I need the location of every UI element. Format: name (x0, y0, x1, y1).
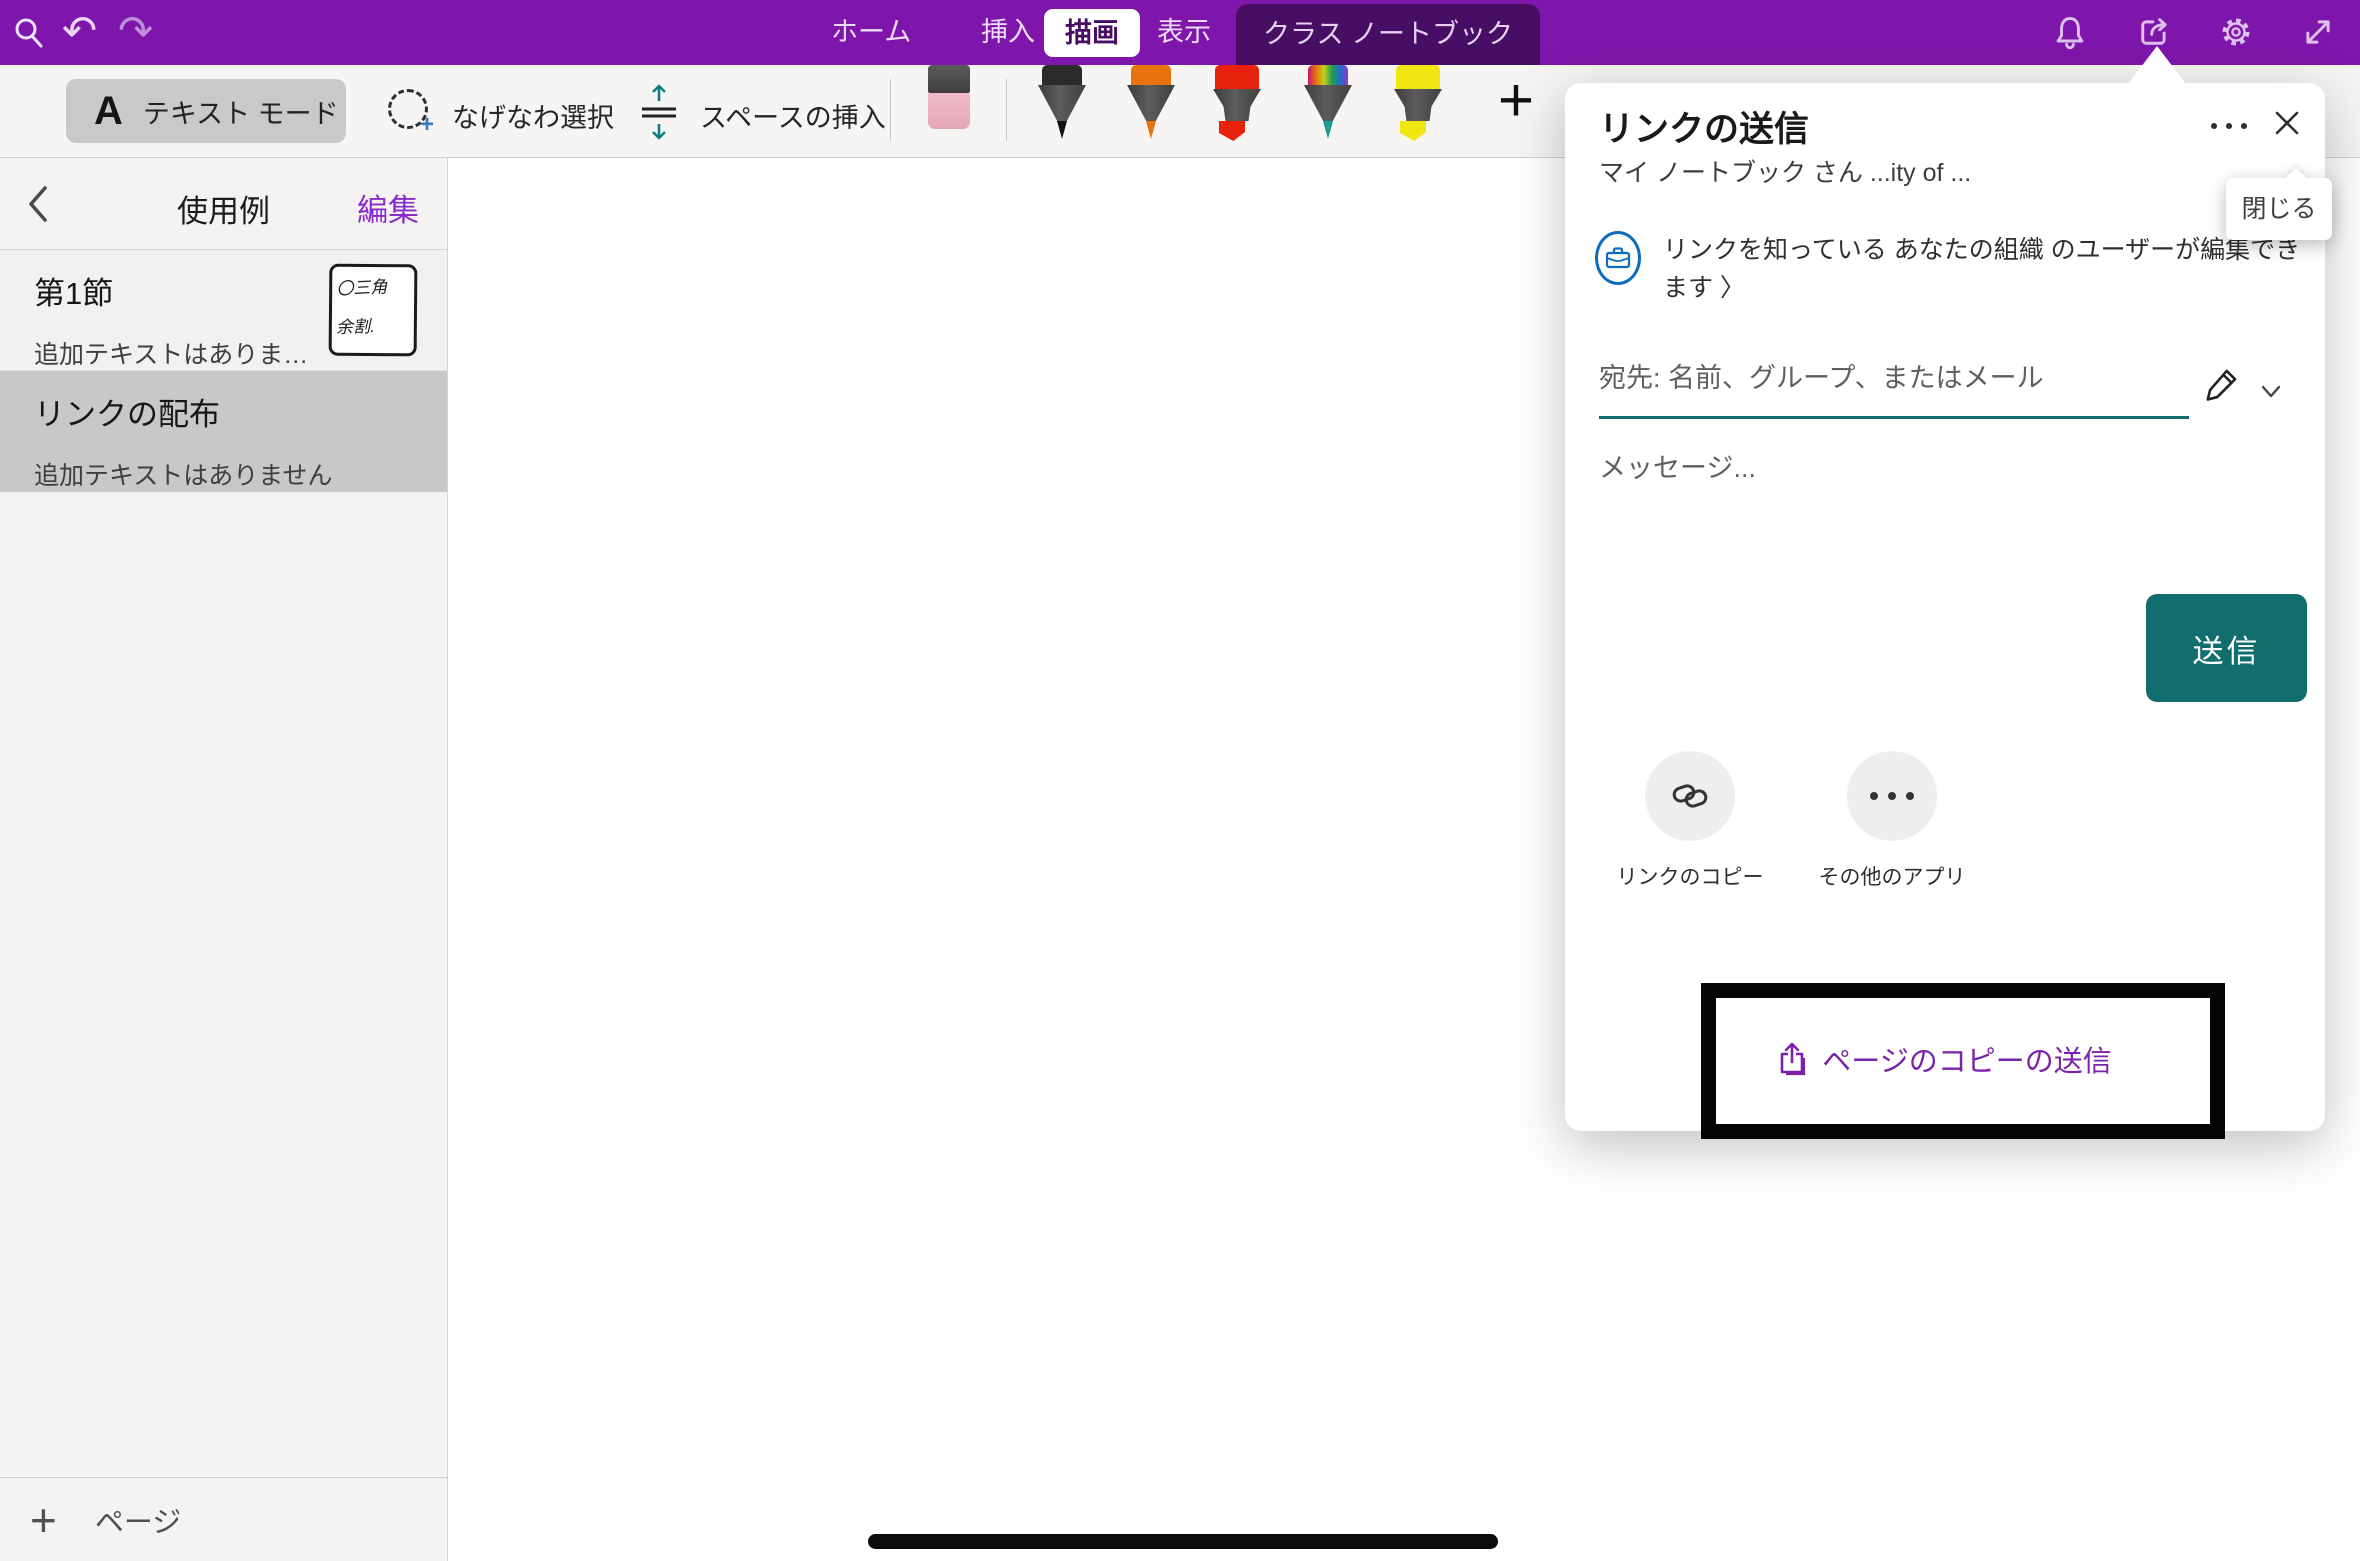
redo-icon: ↷ (118, 7, 153, 54)
close-tooltip: 閉じる (2226, 178, 2332, 240)
app-window: ↶ ↷ ホーム 挿入 描画 表示 クラス ノートブック (0, 0, 2360, 1561)
recipient-input[interactable] (1599, 363, 2159, 394)
bell-icon (2052, 14, 2088, 50)
briefcase-icon (1605, 246, 1631, 270)
top-app-bar: ↶ ↷ ホーム 挿入 描画 表示 クラス ノートブック (0, 0, 2360, 65)
ribbon-divider (890, 79, 891, 141)
plus-icon: + (30, 1497, 57, 1543)
pencil-icon (2203, 365, 2241, 403)
page-subtitle: 追加テキストはありません (34, 456, 447, 492)
export-icon (1778, 1041, 1808, 1077)
highlighter-yellow[interactable] (1392, 65, 1444, 143)
page-item-1[interactable]: 第1節 追加テキストはありま… 〇三角 余割. (0, 250, 447, 371)
message-input[interactable] (1599, 453, 2219, 484)
close-tooltip-label: 閉じる (2241, 195, 2316, 223)
thumbnail-handwriting: 〇三角 (336, 271, 411, 299)
send-button[interactable]: 送信 (2146, 594, 2307, 702)
edit-permission-button[interactable] (2203, 365, 2243, 405)
fullscreen-button[interactable] (2300, 14, 2336, 50)
more-icon (2241, 123, 2247, 129)
settings-button[interactable] (2218, 14, 2254, 50)
search-button[interactable] (12, 16, 48, 52)
eraser-tool[interactable] (928, 65, 970, 129)
page-list-panel: 使用例 編集 第1節 追加テキストはありま… 〇三角 余割. リンクの配布 追加… (0, 158, 448, 1561)
ellipsis-icon (1870, 792, 1914, 800)
copy-link-button[interactable] (1645, 751, 1735, 841)
pen-orange[interactable] (1125, 65, 1177, 143)
thumbnail-handwriting: 余割. (336, 311, 411, 338)
marker-red-icon (1215, 65, 1259, 89)
tab-insert[interactable]: 挿入 (981, 0, 1035, 65)
organization-badge (1595, 231, 1641, 285)
more-icon (2211, 123, 2217, 129)
close-button[interactable] (2271, 107, 2307, 143)
tab-home[interactable]: ホーム (831, 0, 911, 65)
page-thumbnail: 〇三角 余割. (329, 264, 418, 357)
home-indicator[interactable] (868, 1534, 1498, 1549)
permission-text: リンクを知っている あなたの組織 のユーザーが編集できます 〉 (1663, 231, 2318, 307)
undo-icon: ↶ (62, 7, 97, 54)
send-page-copy-button[interactable]: ページのコピーの送信 (1565, 1027, 2325, 1091)
notebook-subtitle: マイ ノートブック さん ...ity of ... (1599, 153, 1971, 189)
more-icon (2226, 123, 2232, 129)
text-mode-icon: A (94, 89, 123, 134)
tab-class-notebook[interactable]: クラス ノートブック (1236, 4, 1540, 65)
lasso-select-label[interactable]: なげなわ選択 (452, 96, 614, 135)
copy-link-label: リンクのコピー (1590, 861, 1790, 891)
tab-view[interactable]: 表示 (1157, 0, 1211, 65)
text-mode-label: テキスト モード (143, 92, 339, 131)
send-label: 送信 (2193, 626, 2261, 671)
share-button[interactable] (2136, 14, 2172, 50)
undo-button[interactable]: ↶ (62, 2, 97, 60)
lasso-plus-icon: + (420, 111, 434, 139)
add-pen-button[interactable]: + (1488, 69, 1544, 139)
lasso-select-button[interactable]: + (388, 89, 432, 135)
popover-arrow (2128, 46, 2186, 84)
more-apps-label: その他のアプリ (1792, 861, 1992, 891)
redo-button[interactable]: ↷ (118, 2, 153, 60)
send-link-dialog: リンクの送信 マイ ノートブック さん ...ity of ... 閉じる (1565, 83, 2325, 1131)
link-icon (1668, 774, 1712, 818)
link-permission-row[interactable]: リンクを知っている あなたの組織 のユーザーが編集できます 〉 (1595, 231, 2318, 307)
send-page-copy-label: ページのコピーの送信 (1822, 1038, 2111, 1080)
add-page-button[interactable]: + ページ (0, 1477, 447, 1561)
insert-space-icon (638, 83, 680, 141)
pen-black-icon (1042, 65, 1082, 85)
marker-red[interactable] (1211, 65, 1263, 143)
tab-draw[interactable]: 描画 (1044, 9, 1140, 57)
pen-orange-icon (1131, 65, 1171, 85)
share-icon (2136, 14, 2172, 50)
page-list-header: 使用例 編集 (0, 158, 447, 250)
recipient-options-button[interactable] (2257, 377, 2285, 405)
highlighter-yellow-icon (1396, 65, 1440, 89)
dialog-title: リンクの送信 (1599, 101, 1809, 152)
notifications-button[interactable] (2052, 14, 2088, 50)
recipient-underline (1599, 416, 2189, 419)
insert-space-button[interactable] (638, 83, 680, 141)
add-page-label: ページ (95, 1499, 181, 1541)
edit-button[interactable]: 編集 (357, 185, 419, 230)
pen-rainbow[interactable] (1302, 65, 1354, 143)
tooltip-arrow (2285, 168, 2308, 191)
more-options-button[interactable] (2211, 123, 2247, 129)
eraser-icon (928, 65, 970, 93)
gear-icon (2218, 14, 2254, 50)
chevron-down-icon (2257, 377, 2285, 405)
page-title: リンクの配布 (34, 389, 447, 434)
search-icon (12, 16, 46, 50)
pen-rainbow-icon (1308, 65, 1348, 85)
ribbon-divider (1006, 79, 1007, 141)
page-item-2-selected[interactable]: リンクの配布 追加テキストはありません (0, 371, 447, 492)
more-apps-button[interactable] (1847, 751, 1937, 841)
text-mode-button[interactable]: A テキスト モード (66, 79, 346, 143)
pen-black[interactable] (1036, 65, 1088, 143)
close-icon (2271, 107, 2303, 139)
insert-space-label[interactable]: スペースの挿入 (700, 96, 886, 135)
expand-icon (2300, 14, 2336, 50)
